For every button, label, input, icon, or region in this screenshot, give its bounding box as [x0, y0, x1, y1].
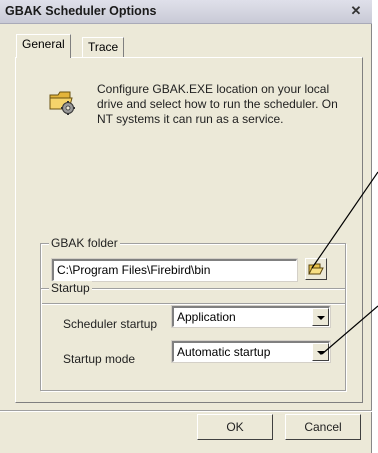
callout-lines: [311, 171, 378, 355]
tab-general[interactable]: General: [16, 34, 71, 58]
tab-general-label: General: [22, 37, 65, 51]
callout-line-browse: [311, 171, 378, 269]
callout-line-mode: [321, 305, 378, 355]
